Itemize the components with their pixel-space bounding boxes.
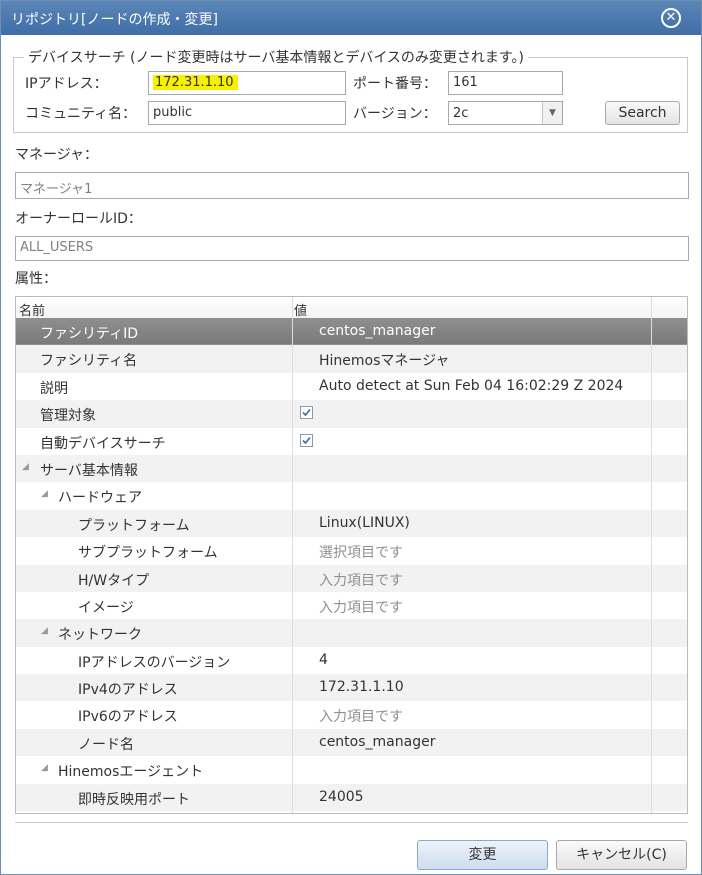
row-name: ファシリティ名 <box>40 353 138 370</box>
attributes-label: 属性： <box>15 271 57 287</box>
row-name: イメージ <box>78 599 134 616</box>
table-row[interactable]: IPv6のアドレス 入力項目です <box>16 701 687 729</box>
row-value[interactable]: 選択項目です <box>319 542 403 562</box>
attribute-tree-grid: 名前 値 ファシリティID centos_manager ファシリティ名 Hinemo… <box>15 296 688 814</box>
row-value[interactable]: centos_manager <box>319 323 435 339</box>
column-divider <box>651 297 652 813</box>
tree-group-row[interactable]: ◢ ネットワーク <box>16 619 687 647</box>
checkbox[interactable] <box>300 433 313 447</box>
expand-triangle-icon[interactable]: ◢ <box>22 462 29 472</box>
version-label: バージョン： <box>353 106 437 122</box>
row-value[interactable]: 入力項目です <box>319 597 403 617</box>
grid-header: 名前 値 <box>16 297 687 319</box>
change-button[interactable]: 変更 <box>417 840 548 870</box>
table-row[interactable]: ファシリティID centos_manager <box>16 318 687 346</box>
manager-label: マネージャ： <box>15 147 99 163</box>
search-button[interactable]: Search <box>605 101 680 125</box>
table-row[interactable]: イメージ 入力項目です <box>16 591 687 620</box>
port-input[interactable]: 161 <box>448 71 563 95</box>
table-row[interactable]: IPv4のアドレス 172.31.1.10 <box>16 674 687 702</box>
table-row[interactable]: 自動デバイスサーチ <box>16 427 687 455</box>
expand-triangle-icon[interactable]: ◢ <box>41 489 48 499</box>
cancel-button[interactable]: キャンセル(C) <box>556 840 687 870</box>
checkbox[interactable] <box>300 406 313 420</box>
table-row[interactable]: プラットフォーム Linux(LINUX) <box>16 509 687 538</box>
column-divider <box>292 297 293 813</box>
table-row[interactable]: サブプラットフォーム 選択項目です <box>16 537 687 565</box>
table-row[interactable]: 即時反映用ポート 24005 <box>16 783 687 812</box>
title-bar[interactable]: リポジトリ[ノードの作成・変更] ✕ <box>1 1 701 35</box>
row-name: 自動デバイスサーチ <box>40 435 166 452</box>
community-input[interactable]: public <box>148 101 346 125</box>
tree-group-row[interactable]: ◢構成情報 <box>16 811 687 813</box>
row-name: 説明 <box>40 380 68 397</box>
row-name: 即時反映用ポート <box>78 791 190 808</box>
tree-group-row[interactable]: ◢ Hinemosエージェント <box>16 756 687 784</box>
tree-group-row[interactable]: ◢ サーバ基本情報 <box>16 454 687 483</box>
row-name: サブプラットフォーム <box>78 545 218 562</box>
owner-role-label: オーナーロールID： <box>15 211 142 227</box>
table-row[interactable]: H/Wタイプ 入力項目です <box>16 564 687 592</box>
ip-address-value: 172.31.1.10 <box>153 75 238 90</box>
row-name: ハードウェア <box>58 490 142 507</box>
table-row[interactable]: 管理対象 <box>16 400 687 428</box>
row-value[interactable]: 4 <box>319 652 328 668</box>
column-header-value[interactable]: 値 <box>294 300 307 319</box>
row-name: IPv4のアドレス <box>78 682 178 699</box>
manager-field[interactable]: マネージャ1 <box>15 172 689 199</box>
port-label: ポート番号： <box>353 76 437 92</box>
row-value[interactable]: 24005 <box>319 789 364 805</box>
row-value[interactable]: 入力項目です <box>319 570 403 590</box>
tree-group-row[interactable]: ◢ ハードウェア <box>16 482 687 510</box>
row-name: H/Wタイプ <box>78 572 150 589</box>
chevron-down-icon[interactable]: ▼ <box>542 102 562 124</box>
column-header-name[interactable]: 名前 <box>19 300 45 319</box>
row-name: 管理対象 <box>40 408 96 425</box>
grid-rows: ファシリティID centos_manager ファシリティ名 Hinemosマネージ… <box>16 318 687 813</box>
table-row[interactable]: ファシリティ名 Hinemosマネージャ <box>16 345 687 373</box>
ip-address-input[interactable]: 172.31.1.10 <box>148 71 346 95</box>
row-name: IPv6のアドレス <box>78 709 178 726</box>
row-name: ネットワーク <box>58 627 142 644</box>
table-row[interactable]: ノード名 centos_manager <box>16 728 687 757</box>
version-select[interactable]: 2c ▼ <box>448 101 563 125</box>
version-value: 2c <box>453 106 469 121</box>
device-search-legend: デバイスサーチ (ノード変更時はサーバ基本情報とデバイスのみ変更されます。) <box>28 50 524 66</box>
row-name: ファシリティID <box>40 326 139 342</box>
row-value[interactable]: Linux(LINUX) <box>319 515 410 531</box>
row-value[interactable]: centos_manager <box>319 734 435 750</box>
close-icon[interactable]: ✕ <box>661 8 681 28</box>
community-label: コミュニティ名： <box>25 106 137 122</box>
row-name: プラットフォーム <box>78 517 190 534</box>
row-name: ノード名 <box>78 736 134 753</box>
row-name: サーバ基本情報 <box>40 462 138 479</box>
owner-role-field[interactable]: ALL_USERS <box>15 236 689 261</box>
row-value[interactable]: Hinemosマネージャ <box>319 350 449 370</box>
row-name: IPアドレスのバージョン <box>78 654 231 671</box>
dialog-title: リポジトリ[ノードの作成・変更] <box>11 12 218 28</box>
table-row[interactable]: IPアドレスのバージョン 4 <box>16 646 687 675</box>
row-value[interactable]: 172.31.1.10 <box>319 679 404 695</box>
row-name: Hinemosエージェント <box>58 764 204 781</box>
expand-triangle-icon[interactable]: ◢ <box>41 626 48 636</box>
expand-triangle-icon[interactable]: ◢ <box>41 763 48 773</box>
row-value[interactable]: Auto detect at Sun Feb 04 16:02:29 Z 202… <box>319 378 623 394</box>
table-row[interactable]: 説明 Auto detect at Sun Feb 04 16:02:29 Z 2… <box>16 372 687 401</box>
footer-separator <box>15 822 688 823</box>
row-value[interactable]: 入力項目です <box>319 706 403 726</box>
dialog-window: リポジトリ[ノードの作成・変更] ✕ デバイスサーチ (ノード変更時はサーバ基本… <box>0 0 702 875</box>
ip-address-label: IPアドレス： <box>25 76 108 92</box>
